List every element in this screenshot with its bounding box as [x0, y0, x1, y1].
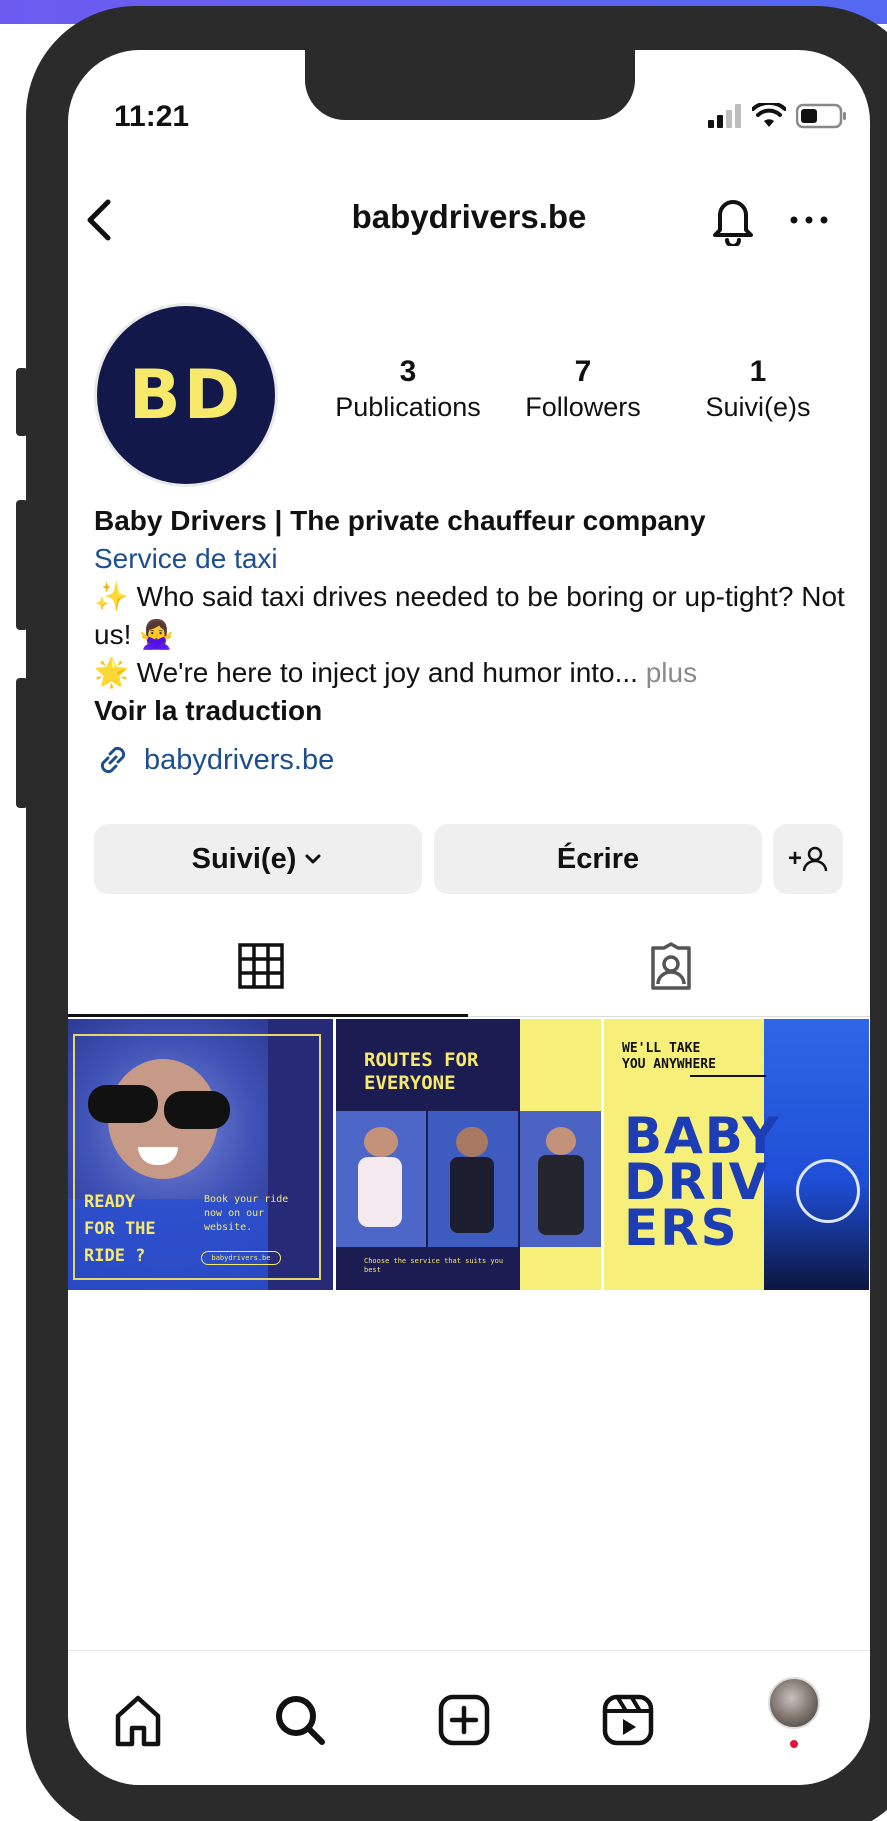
phone-volume-up	[16, 500, 28, 630]
status-time: 11:21	[114, 100, 190, 133]
notification-dot	[790, 1740, 798, 1748]
status-icons	[708, 102, 848, 130]
stat-followers[interactable]: 7 Followers	[498, 355, 668, 425]
child-outfit	[538, 1155, 584, 1235]
home-icon[interactable]	[108, 1690, 168, 1750]
signal-icon	[708, 104, 741, 128]
phone-notch	[305, 50, 635, 120]
bio-line: ✨ Who said taxi drives needed to be bori…	[94, 581, 845, 650]
wifi-icon	[752, 103, 786, 127]
stat-value: 3	[399, 355, 417, 388]
website-link[interactable]: babydrivers.be	[94, 740, 334, 780]
post-caption: Choose the service that suits you best	[364, 1257, 504, 1274]
chevron-down-icon	[305, 854, 321, 864]
stat-label: Suivi(e)s	[705, 392, 811, 422]
post-thumbnail-routes-for-everyone[interactable]: ROUTES FOR EVERYONE Choose the service t…	[336, 1019, 601, 1290]
following-label: Suivi(e)	[191, 842, 297, 875]
person-icon	[802, 846, 828, 872]
child-outfit	[450, 1157, 494, 1233]
link-icon	[100, 746, 126, 774]
stat-publications[interactable]: 3 Publications	[323, 355, 493, 425]
child-head	[546, 1127, 576, 1155]
post-thumbnail-baby-drivers[interactable]: WE'LL TAKE YOU ANYWHERE BABY DRIV ERS	[604, 1019, 869, 1290]
posts-grid: READY FOR THE RIDE ? Book your ride now …	[68, 1019, 870, 1290]
following-button[interactable]: Suivi(e)	[94, 824, 422, 894]
bio-line-truncated: 🌟 We're here to inject joy and humor int…	[94, 654, 854, 692]
add-person-button[interactable]: +	[773, 824, 843, 894]
bio-more-link[interactable]: plus	[646, 657, 697, 688]
bio-line: 🌟 We're here to inject joy and humor int…	[94, 657, 638, 688]
car-emblem-ring	[796, 1159, 860, 1223]
message-button[interactable]: Écrire	[434, 824, 762, 894]
tagline-rule	[690, 1075, 766, 1077]
post-thumbnail-ready-for-the-ride[interactable]: READY FOR THE RIDE ? Book your ride now …	[68, 1019, 333, 1290]
stat-value: 1	[749, 355, 767, 388]
reels-icon[interactable]	[598, 1690, 658, 1750]
avatar-logo-text: BD	[128, 355, 244, 435]
more-horizontal-icon[interactable]	[784, 200, 834, 240]
search-icon[interactable]	[270, 1690, 330, 1750]
profile-bio: Baby Drivers | The private chauffeur com…	[94, 502, 854, 730]
grid-icon[interactable]	[238, 943, 284, 989]
child-head	[364, 1127, 398, 1157]
profile-display-name: Baby Drivers | The private chauffeur com…	[94, 505, 706, 536]
child-head	[456, 1127, 488, 1157]
profile-category[interactable]: Service de taxi	[94, 540, 854, 578]
post-big-wordmark: BABY DRIV ERS	[624, 1107, 781, 1257]
phone-volume-down	[16, 678, 28, 808]
bell-icon[interactable]	[708, 190, 758, 246]
add-person-plus: +	[787, 845, 802, 872]
plus-square-icon[interactable]	[434, 1690, 494, 1750]
stat-following[interactable]: 1 Suivi(e)s	[673, 355, 843, 425]
post-tagline: WE'LL TAKE YOU ANYWHERE	[622, 1041, 716, 1072]
phone-mute-switch	[16, 368, 28, 436]
stat-value: 7	[574, 355, 592, 388]
phone-screen: 11:21 babydrivers.be BD 3 Publications 7…	[68, 50, 870, 1785]
tagged-person-icon[interactable]	[646, 942, 696, 992]
battery-icon	[796, 103, 846, 129]
post-title: READY FOR THE RIDE ?	[84, 1192, 156, 1266]
active-tab-indicator	[68, 1014, 468, 1017]
stat-label: Followers	[525, 392, 641, 422]
see-translation-link[interactable]: Voir la traduction	[94, 692, 854, 730]
post-subtitle: Book your ride now on our website.	[204, 1194, 289, 1233]
child-outfit	[358, 1157, 402, 1227]
profile-nav-avatar[interactable]	[768, 1677, 820, 1729]
profile-avatar[interactable]: BD	[94, 303, 278, 487]
website-text: babydrivers.be	[144, 743, 335, 776]
message-label: Écrire	[556, 842, 640, 875]
post-title: ROUTES FOR EVERYONE	[364, 1049, 479, 1094]
stat-label: Publications	[335, 392, 481, 422]
post-link-pill: babydrivers.be	[201, 1251, 281, 1265]
